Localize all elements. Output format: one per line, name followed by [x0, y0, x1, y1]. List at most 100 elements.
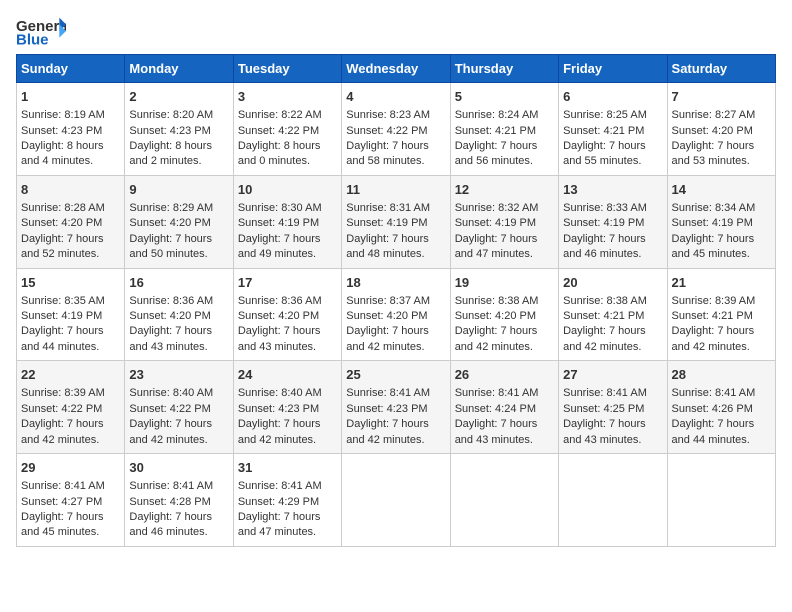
day-info: Sunrise: 8:20 AM [129, 108, 228, 123]
day-info: and 56 minutes. [455, 154, 554, 169]
day-header-friday: Friday [559, 55, 667, 83]
day-info: Sunset: 4:22 PM [129, 402, 228, 417]
day-number: 16 [129, 274, 228, 292]
day-info: Sunrise: 8:25 AM [563, 108, 662, 123]
day-number: 28 [672, 366, 771, 384]
day-info: Daylight: 7 hours [129, 324, 228, 339]
day-info: and 45 minutes. [672, 247, 771, 262]
day-info: and 0 minutes. [238, 154, 337, 169]
day-info: Sunset: 4:20 PM [129, 309, 228, 324]
day-header-tuesday: Tuesday [233, 55, 341, 83]
day-number: 3 [238, 88, 337, 106]
day-info: Sunset: 4:19 PM [238, 216, 337, 231]
day-number: 22 [21, 366, 120, 384]
day-info: Sunset: 4:23 PM [21, 124, 120, 139]
calendar-cell: 5Sunrise: 8:24 AMSunset: 4:21 PMDaylight… [450, 83, 558, 176]
day-info: Sunrise: 8:38 AM [563, 294, 662, 309]
day-info: Sunrise: 8:34 AM [672, 201, 771, 216]
day-info: Daylight: 7 hours [21, 324, 120, 339]
calendar-cell: 20Sunrise: 8:38 AMSunset: 4:21 PMDayligh… [559, 268, 667, 361]
day-info: and 58 minutes. [346, 154, 445, 169]
day-info: Daylight: 7 hours [563, 232, 662, 247]
day-info: Sunrise: 8:35 AM [21, 294, 120, 309]
day-info: and 43 minutes. [563, 433, 662, 448]
day-info: Daylight: 7 hours [672, 139, 771, 154]
calendar-cell: 10Sunrise: 8:30 AMSunset: 4:19 PMDayligh… [233, 175, 341, 268]
day-info: Sunset: 4:23 PM [238, 402, 337, 417]
day-info: Sunrise: 8:33 AM [563, 201, 662, 216]
day-info: and 53 minutes. [672, 154, 771, 169]
day-info: Sunset: 4:19 PM [455, 216, 554, 231]
day-number: 21 [672, 274, 771, 292]
day-info: Sunrise: 8:41 AM [563, 386, 662, 401]
day-info: and 42 minutes. [21, 433, 120, 448]
calendar-cell: 29Sunrise: 8:41 AMSunset: 4:27 PMDayligh… [17, 454, 125, 547]
day-info: Sunrise: 8:40 AM [238, 386, 337, 401]
calendar-cell: 13Sunrise: 8:33 AMSunset: 4:19 PMDayligh… [559, 175, 667, 268]
day-info: Daylight: 7 hours [129, 417, 228, 432]
day-info: Sunset: 4:21 PM [563, 124, 662, 139]
day-info: Sunrise: 8:23 AM [346, 108, 445, 123]
day-number: 29 [21, 459, 120, 477]
day-info: Sunrise: 8:19 AM [21, 108, 120, 123]
day-number: 13 [563, 181, 662, 199]
day-info: and 55 minutes. [563, 154, 662, 169]
day-info: and 50 minutes. [129, 247, 228, 262]
day-info: and 44 minutes. [21, 340, 120, 355]
day-header-thursday: Thursday [450, 55, 558, 83]
day-header-sunday: Sunday [17, 55, 125, 83]
calendar-cell [450, 454, 558, 547]
day-number: 15 [21, 274, 120, 292]
calendar-cell: 7Sunrise: 8:27 AMSunset: 4:20 PMDaylight… [667, 83, 775, 176]
day-info: and 42 minutes. [455, 340, 554, 355]
day-number: 25 [346, 366, 445, 384]
day-info: Daylight: 8 hours [238, 139, 337, 154]
calendar-cell: 31Sunrise: 8:41 AMSunset: 4:29 PMDayligh… [233, 454, 341, 547]
calendar-cell: 15 Sunrise: 8:35 AMSunset: 4:19 PMDayligh… [17, 268, 125, 361]
day-info: Sunset: 4:20 PM [455, 309, 554, 324]
day-info: Sunset: 4:20 PM [21, 216, 120, 231]
day-info: Daylight: 8 hours [129, 139, 228, 154]
day-info: and 48 minutes. [346, 247, 445, 262]
day-info: Sunrise: 8:28 AM [21, 201, 120, 216]
day-info: Sunrise: 8:40 AM [129, 386, 228, 401]
day-number: 6 [563, 88, 662, 106]
day-info: Daylight: 7 hours [455, 139, 554, 154]
calendar-table: SundayMondayTuesdayWednesdayThursdayFrid… [16, 54, 776, 547]
day-number: 31 [238, 459, 337, 477]
day-info: Sunset: 4:19 PM [21, 309, 120, 324]
day-info: and 52 minutes. [21, 247, 120, 262]
day-info: Sunset: 4:25 PM [563, 402, 662, 417]
day-info: Daylight: 7 hours [563, 139, 662, 154]
day-info: Sunset: 4:23 PM [129, 124, 228, 139]
day-info: Sunrise: 8:30 AM [238, 201, 337, 216]
calendar-cell: 19Sunrise: 8:38 AMSunset: 4:20 PMDayligh… [450, 268, 558, 361]
day-info: Sunset: 4:27 PM [21, 495, 120, 510]
day-info: Sunset: 4:28 PM [129, 495, 228, 510]
day-info: Sunset: 4:20 PM [238, 309, 337, 324]
calendar-cell [667, 454, 775, 547]
calendar-cell: 6 Sunrise: 8:25 AMSunset: 4:21 PMDaylight… [559, 83, 667, 176]
day-info: Daylight: 7 hours [455, 232, 554, 247]
calendar-cell: 25Sunrise: 8:41 AMSunset: 4:23 PMDayligh… [342, 361, 450, 454]
day-number: 30 [129, 459, 228, 477]
day-info: Sunrise: 8:36 AM [238, 294, 337, 309]
day-info: and 44 minutes. [672, 433, 771, 448]
day-info: Daylight: 7 hours [21, 510, 120, 525]
calendar-cell [559, 454, 667, 547]
day-number: 17 [238, 274, 337, 292]
logo: General Blue [16, 16, 66, 46]
day-number: 24 [238, 366, 337, 384]
day-info: Sunrise: 8:41 AM [129, 479, 228, 494]
day-info: Daylight: 7 hours [672, 417, 771, 432]
calendar-cell [342, 454, 450, 547]
day-info: Sunrise: 8:36 AM [129, 294, 228, 309]
day-info: Daylight: 7 hours [21, 232, 120, 247]
day-info: Daylight: 7 hours [238, 417, 337, 432]
day-info: and 46 minutes. [563, 247, 662, 262]
day-header-monday: Monday [125, 55, 233, 83]
day-number: 10 [238, 181, 337, 199]
day-info: Sunrise: 8:41 AM [346, 386, 445, 401]
day-number: 19 [455, 274, 554, 292]
day-info: Sunset: 4:22 PM [346, 124, 445, 139]
